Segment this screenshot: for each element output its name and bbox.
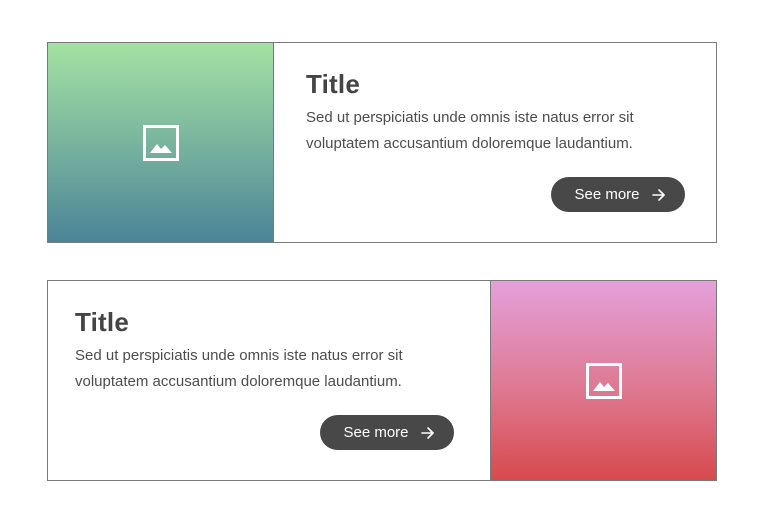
horizontal-card-2: Title Sed ut perspiciatis unde omnis ist… <box>47 280 717 481</box>
see-more-label: See more <box>343 424 409 441</box>
card-content: Title Sed ut perspiciatis unde omnis ist… <box>274 43 716 242</box>
horizontal-card-1: Title Sed ut perspiciatis unde omnis ist… <box>47 42 717 243</box>
see-more-button[interactable]: See more <box>320 415 454 450</box>
card-image-placeholder <box>48 43 274 242</box>
card-image-placeholder <box>490 281 716 480</box>
image-icon <box>142 124 179 161</box>
image-icon <box>585 362 622 399</box>
see-more-button[interactable]: See more <box>551 177 685 212</box>
card-title: Title <box>306 69 360 99</box>
arrow-right-icon <box>651 188 665 201</box>
arrow-right-icon <box>420 426 434 439</box>
card-content: Title Sed ut perspiciatis unde omnis ist… <box>48 281 490 480</box>
card-description: Sed ut perspiciatis unde omnis iste natu… <box>75 347 403 390</box>
card-title: Title <box>75 307 129 337</box>
see-more-label: See more <box>574 186 640 203</box>
card-description: Sed ut perspiciatis unde omnis iste natu… <box>306 109 634 152</box>
